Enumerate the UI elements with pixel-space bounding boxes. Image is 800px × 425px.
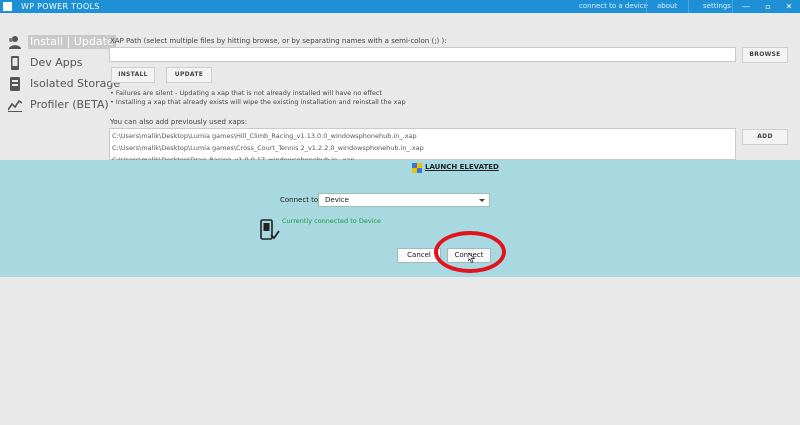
note-wipe-existing: • Installing a xap that already exists w…	[110, 98, 406, 106]
xap-path-label: XAP Path (select multiple files by hitti…	[110, 37, 447, 45]
sidebar: Install | Update Dev Apps Isolated Stora…	[0, 13, 120, 163]
close-button[interactable]: ✕	[781, 0, 797, 13]
connection-status: Currently connected to Device	[282, 217, 382, 225]
menu-separator	[732, 0, 733, 13]
shield-icon	[412, 163, 422, 173]
install-button[interactable]: INSTALL	[111, 67, 155, 83]
previous-xaps-label: You can also add previously used xaps:	[110, 118, 248, 126]
sidebar-item-label: Dev Apps	[30, 56, 83, 69]
sidebar-item-install-update[interactable]: Install | Update	[6, 33, 116, 51]
user-icon	[9, 36, 21, 49]
sidebar-item-profiler[interactable]: Profiler (BETA)	[6, 96, 109, 114]
browse-button[interactable]: BROWSE	[742, 47, 788, 63]
device-icon	[260, 219, 280, 240]
app-title: WP POWER TOOLS	[21, 2, 100, 11]
menu-about[interactable]: about	[657, 1, 677, 12]
app-logo-icon	[3, 2, 12, 11]
menu-separator	[688, 0, 689, 13]
connect-to-select[interactable]: Device	[318, 193, 490, 207]
connect-to-label: Connect to:	[280, 196, 321, 204]
storage-icon	[10, 77, 20, 91]
sidebar-item-isolated-storage[interactable]: Isolated Storage	[6, 75, 120, 93]
highlight-circle	[434, 231, 506, 273]
launch-elevated-link[interactable]: LAUNCH ELEVATED	[425, 163, 499, 172]
menu-settings[interactable]: settings	[703, 1, 731, 12]
mouse-cursor-icon	[468, 253, 476, 263]
sidebar-item-label: Isolated Storage	[30, 77, 121, 90]
menu-connect-to-device[interactable]: connect to a device	[579, 1, 648, 12]
sidebar-item-dev-apps[interactable]: Dev Apps	[6, 54, 104, 72]
add-button[interactable]: ADD	[742, 129, 788, 145]
maximize-button[interactable]: ▫	[760, 0, 776, 13]
connect-to-value: Device	[325, 196, 349, 204]
list-item[interactable]: C:\Users\malik\Desktop\Lumia games\Hill_…	[112, 132, 417, 140]
sidebar-item-label: Profiler (BETA)	[30, 98, 109, 111]
xap-path-input[interactable]	[109, 47, 736, 62]
note-failures-silent: • Failures are silent - Updating a xap t…	[110, 89, 382, 97]
phone-icon	[11, 56, 19, 70]
sidebar-item-label: Install | Update	[28, 35, 116, 49]
title-bar: WP POWER TOOLS connect to a device about…	[0, 0, 800, 13]
chart-icon	[8, 99, 22, 112]
list-item[interactable]: C:\Users\malik\Desktop\Lumia games\Cross…	[112, 144, 424, 152]
chevron-down-icon	[479, 199, 485, 202]
minimize-button[interactable]: —	[738, 0, 754, 13]
menu-separator	[646, 0, 647, 13]
update-button[interactable]: UPDATE	[166, 67, 212, 83]
